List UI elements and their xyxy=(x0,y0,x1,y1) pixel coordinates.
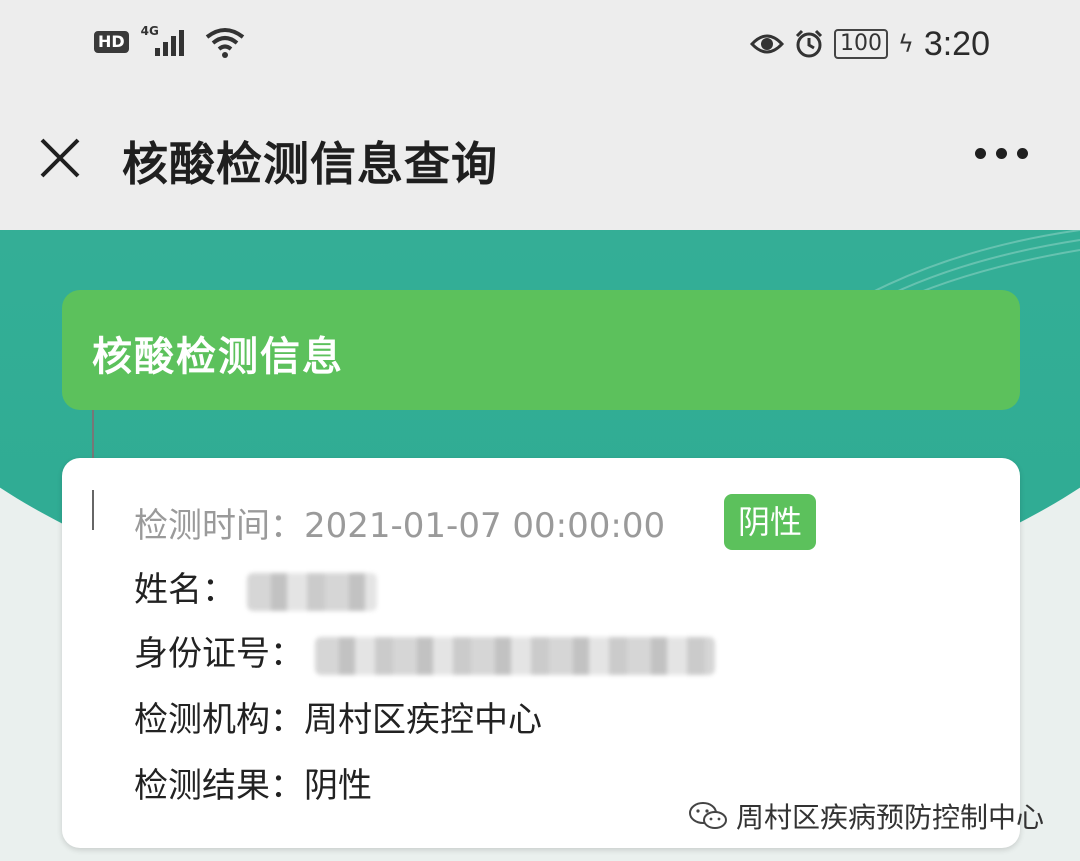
result-badge: 阴性 xyxy=(724,494,817,550)
section-title: 核酸检测信息 xyxy=(92,334,344,380)
result-row: 检测结果：阴性 xyxy=(134,758,372,807)
org-label: 检测机构： xyxy=(134,700,304,740)
status-bar: HD 4G 100 ϟ 3:20 xyxy=(0,0,1080,90)
test-time-row: 检测时间：2021-01-07 00:00:00 xyxy=(134,498,665,547)
watermark: 周村区疾病预防控制中心 xyxy=(688,796,1044,836)
watermark-text: 周村区疾病预防控制中心 xyxy=(735,801,1044,834)
id-label: 身份证号： xyxy=(134,634,304,674)
battery-icon: 100 xyxy=(833,29,888,59)
clock: 3:20 xyxy=(923,24,990,63)
nav-bar: 核酸检测信息查询 xyxy=(0,90,1080,230)
alarm-icon xyxy=(795,29,823,58)
org-value: 周村区疾控中心 xyxy=(304,700,542,740)
wechat-icon xyxy=(688,802,727,829)
signal-icon: 4G xyxy=(141,24,193,60)
name-redacted xyxy=(246,572,377,611)
close-icon[interactable] xyxy=(36,134,84,182)
name-row: 姓名： xyxy=(134,562,377,611)
eye-icon xyxy=(749,34,784,54)
test-time-label: 检测时间： xyxy=(134,506,304,546)
status-left: HD 4G xyxy=(94,22,245,62)
section-header: 核酸检测信息 xyxy=(62,290,1020,410)
name-label: 姓名： xyxy=(134,570,236,610)
result-label: 检测结果： xyxy=(134,766,304,806)
charging-icon: ϟ xyxy=(897,30,914,58)
status-right: 100 ϟ 3:20 xyxy=(749,24,990,64)
more-options-icon[interactable] xyxy=(975,148,1028,159)
test-time-value: 2021-01-07 00:00:00 xyxy=(304,506,666,546)
org-row: 检测机构：周村区疾控中心 xyxy=(134,692,542,741)
page-title: 核酸检测信息查询 xyxy=(122,137,498,191)
divider-line xyxy=(92,410,94,460)
wifi-icon xyxy=(205,28,244,58)
text-cursor xyxy=(92,490,94,530)
main-content: 核酸检测信息 检测时间：2021-01-07 00:00:00 阴性 姓名： 身… xyxy=(0,230,1080,861)
id-redacted xyxy=(314,636,715,675)
hd-icon: HD xyxy=(94,31,129,53)
result-value: 阴性 xyxy=(304,766,372,806)
id-row: 身份证号： xyxy=(134,626,715,675)
test-record-card: 检测时间：2021-01-07 00:00:00 阴性 姓名： 身份证号： 检测… xyxy=(62,458,1020,848)
